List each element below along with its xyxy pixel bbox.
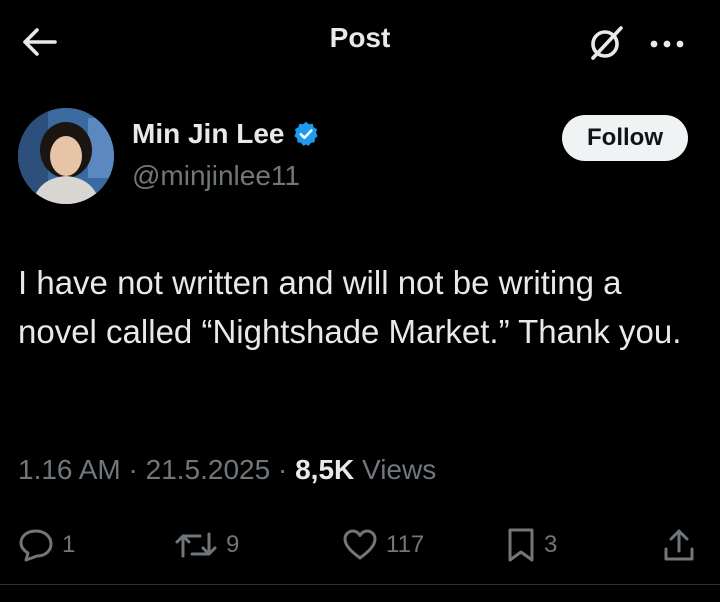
top-bar: Post — [0, 0, 720, 84]
post-meta: 1.16 AM · 21.5.2025 · 8,5K Views — [18, 454, 436, 486]
like-count: 117 — [386, 531, 425, 558]
avatar-image — [18, 108, 114, 204]
grok-button[interactable] — [582, 20, 628, 66]
post-date: 21.5.2025 — [145, 454, 271, 485]
bookmark-icon — [508, 528, 534, 562]
meta-separator: · — [277, 454, 288, 485]
like-button[interactable]: 117 — [342, 520, 424, 570]
repost-count: 9 — [226, 531, 240, 558]
share-icon — [664, 529, 694, 561]
author-handle[interactable]: @minjinlee11 — [132, 160, 300, 192]
author-name[interactable]: Min Jin Lee — [132, 118, 284, 150]
more-button[interactable] — [644, 24, 690, 64]
views-count[interactable]: 8,5K — [295, 454, 354, 485]
more-icon — [650, 40, 684, 48]
post-text: I have not written and will not be writi… — [18, 264, 682, 350]
views-label: Views — [362, 454, 437, 485]
like-icon — [343, 529, 377, 560]
bookmark-count: 3 — [544, 531, 558, 558]
reply-button[interactable]: 1 — [18, 520, 75, 570]
bookmark-button[interactable]: 3 — [506, 520, 557, 570]
author-name-row: Min Jin Lee — [132, 118, 320, 150]
grok-icon — [591, 26, 623, 60]
meta-separator: · — [128, 454, 138, 485]
post-time: 1.16 AM — [18, 454, 121, 485]
divider — [0, 584, 720, 585]
share-button[interactable] — [662, 520, 696, 570]
avatar[interactable] — [18, 108, 114, 204]
reply-icon — [19, 529, 53, 562]
repost-icon — [175, 532, 217, 558]
reply-count: 1 — [62, 531, 76, 558]
action-bar: 1 9 117 3 — [0, 520, 720, 570]
repost-button[interactable]: 9 — [174, 520, 239, 570]
follow-button[interactable]: Follow — [562, 115, 688, 161]
verified-badge-icon — [294, 121, 319, 146]
